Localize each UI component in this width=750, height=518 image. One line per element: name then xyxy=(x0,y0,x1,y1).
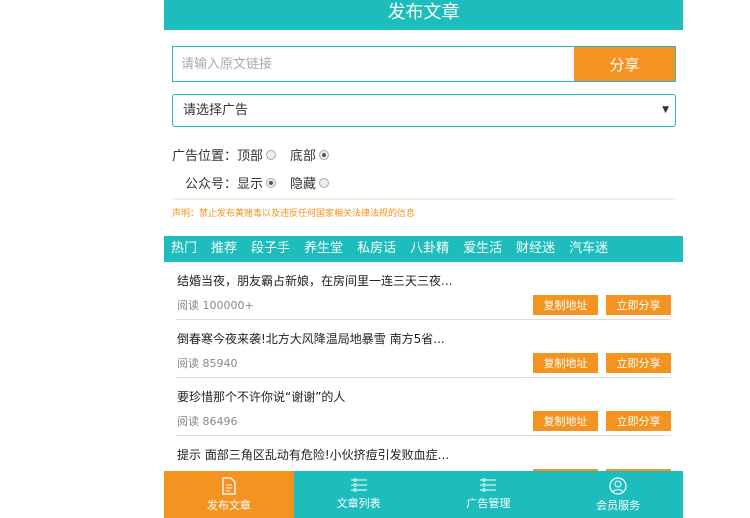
tab[interactable]: 八卦精 xyxy=(410,236,449,262)
copy-link-button[interactable]: 复制地址 xyxy=(533,353,598,373)
ad-select[interactable]: 请选择广告 ▼ xyxy=(172,94,676,127)
page-title: 发布文章 xyxy=(164,0,683,30)
nav-item[interactable]: 广告管理 xyxy=(424,471,554,518)
list-item: 倒春寒今夜来袭!北方大风降温局地暴雪 南方5省... 阅读 85940 复制地址… xyxy=(176,320,671,378)
read-count: 阅读 86496 xyxy=(177,415,238,428)
list-item: 要珍惜那个不许你说“谢谢”的人 阅读 86496 复制地址 立即分享 xyxy=(176,378,671,436)
article-title[interactable]: 提示 面部三角区乱动有危险!小伙挤痘引发败血症... xyxy=(177,446,449,463)
nav-label: 广告管理 xyxy=(466,497,511,510)
read-count: 阅读 100000+ xyxy=(177,299,254,312)
divider xyxy=(172,198,676,200)
share-now-button[interactable]: 立即分享 xyxy=(606,295,671,315)
document-icon xyxy=(164,477,294,495)
list-icon xyxy=(424,477,554,493)
article-title[interactable]: 结婚当夜，朋友霸占新娘，在房间里一连三天三夜... xyxy=(177,272,452,289)
list-item: 结婚当夜，朋友霸占新娘，在房间里一连三天三夜... 阅读 100000+ 复制地… xyxy=(176,262,671,320)
ad-select-value: 请选择广告 xyxy=(183,103,249,118)
tab[interactable]: 段子手 xyxy=(251,236,290,262)
tab[interactable]: 财经迷 xyxy=(516,236,555,262)
category-tabs: 热门 推荐 段子手 养生堂 私房话 八卦精 爱生活 财经迷 汽车迷 xyxy=(164,236,683,262)
nav-label: 发布文章 xyxy=(206,499,251,512)
radio-hide[interactable] xyxy=(319,177,330,188)
radio-show[interactable] xyxy=(266,177,277,188)
tab[interactable]: 热门 xyxy=(171,236,197,262)
ad-position-label: 广告位置： xyxy=(172,149,238,164)
article-list: 结婚当夜，朋友霸占新娘，在房间里一连三天三夜... 阅读 100000+ 复制地… xyxy=(164,262,683,494)
nav-label: 文章列表 xyxy=(336,497,381,510)
copy-link-button[interactable]: 复制地址 xyxy=(533,411,598,431)
option-show-label: 显示 xyxy=(237,177,264,192)
article-title[interactable]: 要珍惜那个不许你说“谢谢”的人 xyxy=(177,388,345,405)
share-button[interactable]: 分享 xyxy=(574,47,675,81)
copy-link-button[interactable]: 复制地址 xyxy=(533,295,598,315)
tab[interactable]: 推荐 xyxy=(211,236,237,262)
share-now-button[interactable]: 立即分享 xyxy=(606,353,671,373)
read-count: 阅读 85940 xyxy=(177,357,238,370)
app: 发布文章 分享 请选择广告 ▼ 广告位置： 顶部 底部 公众号： 显示 隐藏 声明… xyxy=(164,0,683,518)
nav-item[interactable]: 会员服务 xyxy=(553,471,683,518)
nav-label: 会员服务 xyxy=(596,499,641,512)
share-form: 分享 xyxy=(172,46,676,82)
nav-item[interactable]: 发布文章 xyxy=(164,471,294,518)
user-icon xyxy=(553,477,683,495)
option-bottom-label: 底部 xyxy=(290,149,317,164)
dropdown-arrow-icon: ▼ xyxy=(662,105,669,115)
tab[interactable]: 养生堂 xyxy=(304,236,343,262)
account-label: 公众号： xyxy=(185,177,238,192)
account-row: 公众号： 显示 隐藏 xyxy=(185,173,343,192)
tab[interactable]: 汽车迷 xyxy=(569,236,608,262)
share-now-button[interactable]: 立即分享 xyxy=(606,411,671,431)
option-hide-label: 隐藏 xyxy=(290,177,317,192)
list-icon xyxy=(294,477,424,493)
radio-top[interactable] xyxy=(266,149,277,160)
bottom-nav: 发布文章 文章列表 广告管理 会员服务 xyxy=(164,471,683,518)
tab[interactable]: 爱生活 xyxy=(463,236,502,262)
radio-bottom[interactable] xyxy=(319,149,330,160)
notice: 声明：禁止发布黄赌毒以及违反任何国家相关法律法规的信息 xyxy=(172,209,416,219)
link-input[interactable] xyxy=(173,47,574,81)
option-top-label: 顶部 xyxy=(237,149,264,164)
tab[interactable]: 私房话 xyxy=(357,236,396,262)
nav-item[interactable]: 文章列表 xyxy=(294,471,424,518)
ad-position-row: 广告位置： 顶部 底部 xyxy=(172,145,343,164)
article-title[interactable]: 倒春寒今夜来袭!北方大风降温局地暴雪 南方5省... xyxy=(177,330,445,347)
